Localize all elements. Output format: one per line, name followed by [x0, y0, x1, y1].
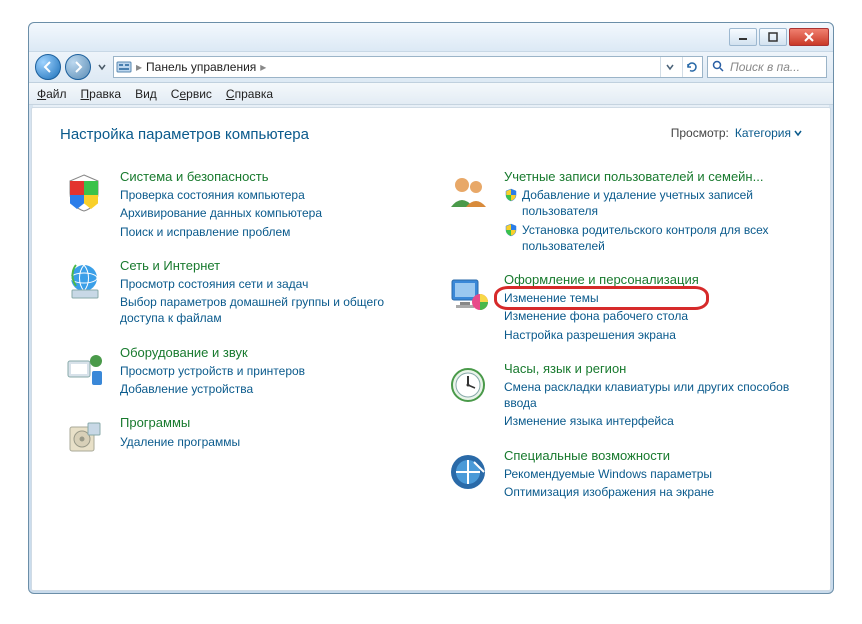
category-title[interactable]: Система и безопасность [120, 169, 322, 185]
breadcrumb-separator[interactable]: ▸ [260, 60, 266, 74]
content-area: Настройка параметров компьютера Просмотр… [31, 107, 831, 591]
programs-icon [60, 415, 108, 463]
maximize-button[interactable] [759, 28, 787, 46]
link-recommended-settings[interactable]: Рекомендуемые Windows параметры [504, 466, 714, 482]
link-network-status[interactable]: Просмотр состояния сети и задач [120, 276, 418, 292]
link-add-device[interactable]: Добавление устройства [120, 381, 305, 397]
category-title[interactable]: Оформление и персонализация [504, 272, 699, 288]
menu-tools[interactable]: Сервис [171, 87, 212, 101]
refresh-button[interactable] [682, 57, 700, 77]
link-homegroup[interactable]: Выбор параметров домашней группы и общег… [120, 294, 418, 326]
window-root: ▸ Панель управления ▸ Поиск в па... Файл… [0, 0, 862, 624]
category-ease-of-access: Специальные возможности Рекомендуемые Wi… [444, 448, 802, 501]
address-dropdown[interactable] [660, 57, 678, 77]
category-clock-language: Часы, язык и регион Смена раскладки клав… [444, 361, 802, 430]
nav-history-dropdown[interactable] [95, 54, 109, 80]
category-network: Сеть и Интернет Просмотр состояния сети … [60, 258, 418, 327]
category-user-accounts: Учетные записи пользователей и семейн...… [444, 169, 802, 254]
link-uninstall[interactable]: Удаление программы [120, 434, 240, 450]
menu-help[interactable]: Справка [226, 87, 273, 101]
appearance-icon [444, 272, 492, 320]
link-keyboard-layout[interactable]: Смена раскладки клавиатуры или других сп… [504, 379, 802, 411]
ease-of-access-icon [444, 448, 492, 496]
clock-icon [444, 361, 492, 409]
view-by-label: Просмотр: [671, 126, 729, 140]
view-by: Просмотр: Категория [671, 126, 802, 140]
link-troubleshoot[interactable]: Поиск и исправление проблем [120, 224, 322, 240]
highlighted-link: Изменение темы [504, 290, 699, 306]
category-hardware: Оборудование и звук Просмотр устройств и… [60, 345, 418, 398]
link-display-language[interactable]: Изменение языка интерфейса [504, 413, 802, 429]
menu-bar: Файл Правка Вид Сервис Справка [29, 83, 833, 105]
left-column: Система и безопасность Проверка состояни… [60, 169, 418, 500]
category-title[interactable]: Специальные возможности [504, 448, 714, 464]
breadcrumb-control-panel[interactable]: Панель управления [146, 60, 256, 74]
link-check-status[interactable]: Проверка состояния компьютера [120, 187, 322, 203]
view-by-dropdown[interactable]: Категория [735, 126, 802, 140]
category-system-security: Система и безопасность Проверка состояни… [60, 169, 418, 240]
network-icon [60, 258, 108, 306]
category-title[interactable]: Оборудование и звук [120, 345, 305, 361]
right-column: Учетные записи пользователей и семейн...… [444, 169, 802, 500]
back-button[interactable] [35, 54, 61, 80]
close-button[interactable] [789, 28, 829, 46]
shield-icon [504, 223, 518, 237]
control-panel-icon [116, 59, 132, 75]
category-title[interactable]: Часы, язык и регион [504, 361, 802, 377]
link-change-background[interactable]: Изменение фона рабочего стола [504, 308, 699, 324]
link-parental-controls[interactable]: Установка родительского контроля для все… [522, 222, 802, 254]
link-optimize-display[interactable]: Оптимизация изображения на экране [504, 484, 714, 500]
system-security-icon [60, 169, 108, 217]
search-input[interactable]: Поиск в па... [707, 56, 827, 78]
search-placeholder: Поиск в па... [730, 60, 800, 74]
breadcrumb-separator[interactable]: ▸ [136, 60, 142, 74]
menu-view[interactable]: Вид [135, 87, 157, 101]
menu-edit[interactable]: Правка [81, 87, 122, 101]
search-icon [712, 60, 726, 74]
title-bar [29, 23, 833, 51]
window-frame: ▸ Панель управления ▸ Поиск в па... Файл… [28, 22, 834, 594]
category-title[interactable]: Сеть и Интернет [120, 258, 418, 274]
address-bar[interactable]: ▸ Панель управления ▸ [113, 56, 703, 78]
category-programs: Программы Удаление программы [60, 415, 418, 463]
link-devices-printers[interactable]: Просмотр устройств и принтеров [120, 363, 305, 379]
menu-file[interactable]: Файл [37, 87, 67, 101]
category-title[interactable]: Учетные записи пользователей и семейн... [504, 169, 802, 185]
link-add-remove-users[interactable]: Добавление и удаление учетных записей по… [522, 187, 802, 219]
hardware-icon [60, 345, 108, 393]
forward-button[interactable] [65, 54, 91, 80]
nav-bar: ▸ Панель управления ▸ Поиск в па... [29, 51, 833, 83]
user-accounts-icon [444, 169, 492, 217]
link-screen-resolution[interactable]: Настройка разрешения экрана [504, 327, 699, 343]
minimize-button[interactable] [729, 28, 757, 46]
category-appearance: Оформление и персонализация Изменение те… [444, 272, 802, 343]
link-backup[interactable]: Архивирование данных компьютера [120, 205, 322, 221]
category-title[interactable]: Программы [120, 415, 240, 431]
shield-icon [504, 188, 518, 202]
link-change-theme[interactable]: Изменение темы [504, 290, 699, 306]
